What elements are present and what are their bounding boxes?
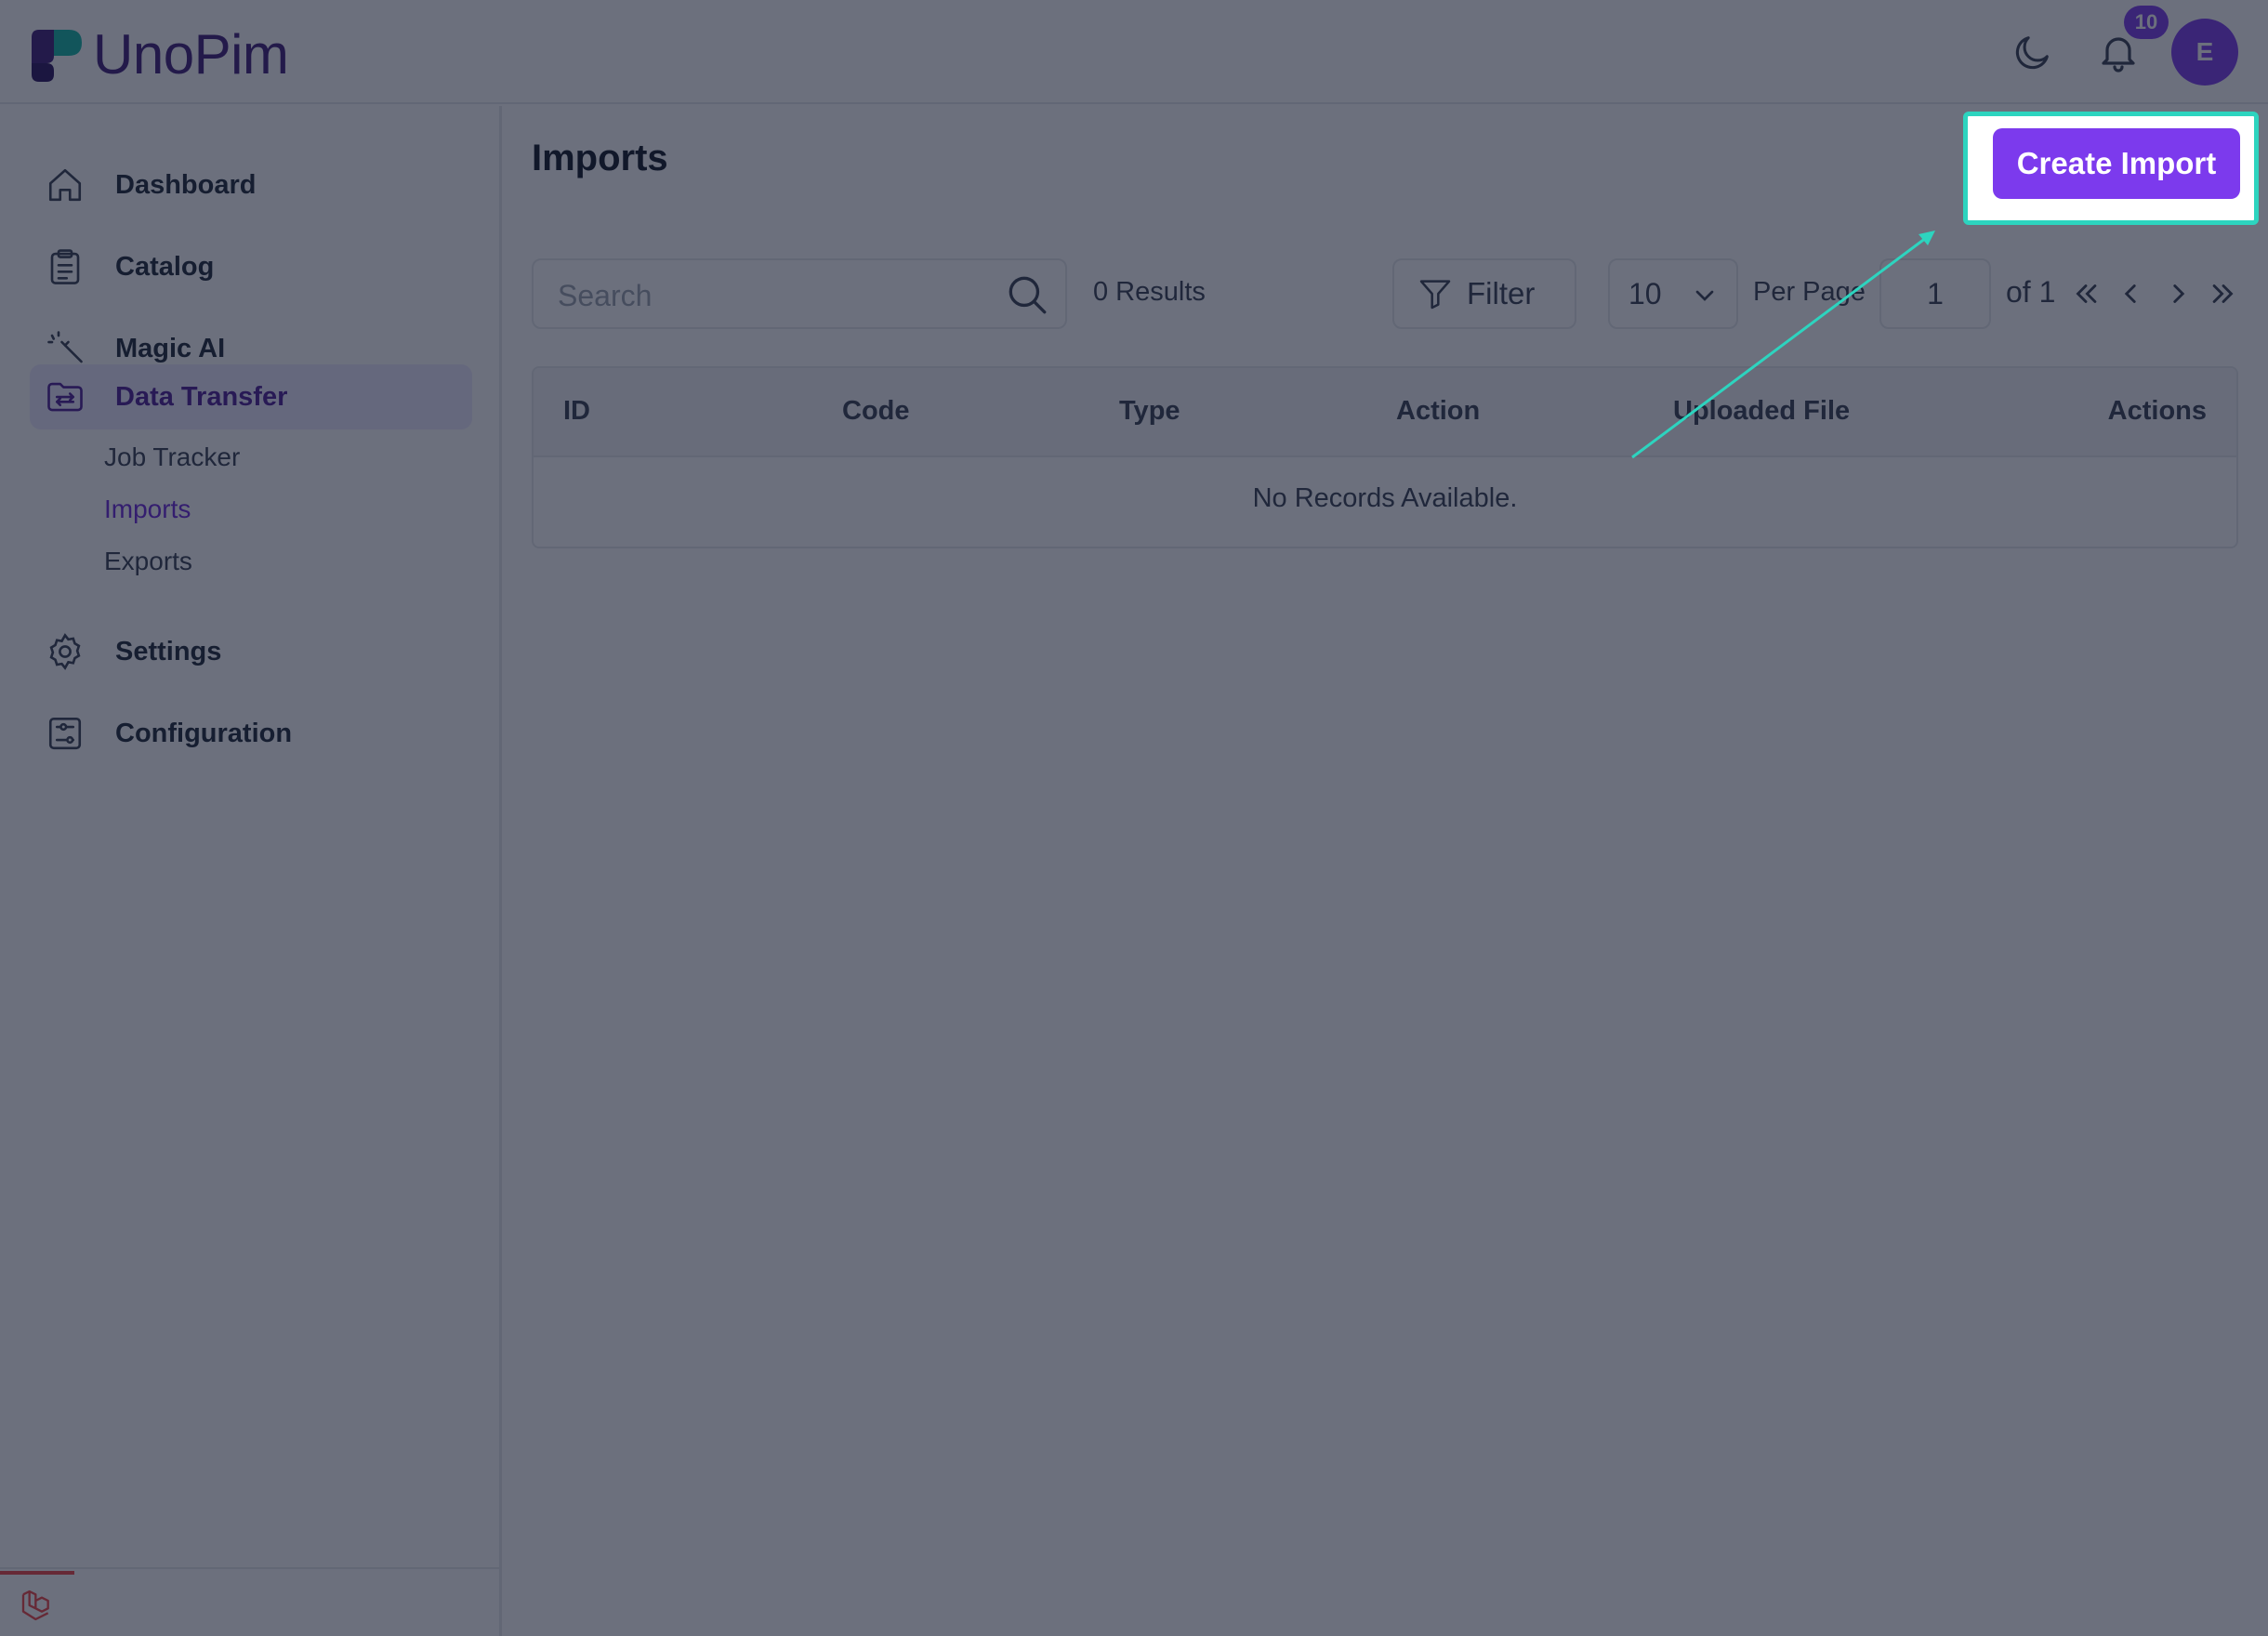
pointer-arrow [1631, 231, 1935, 459]
